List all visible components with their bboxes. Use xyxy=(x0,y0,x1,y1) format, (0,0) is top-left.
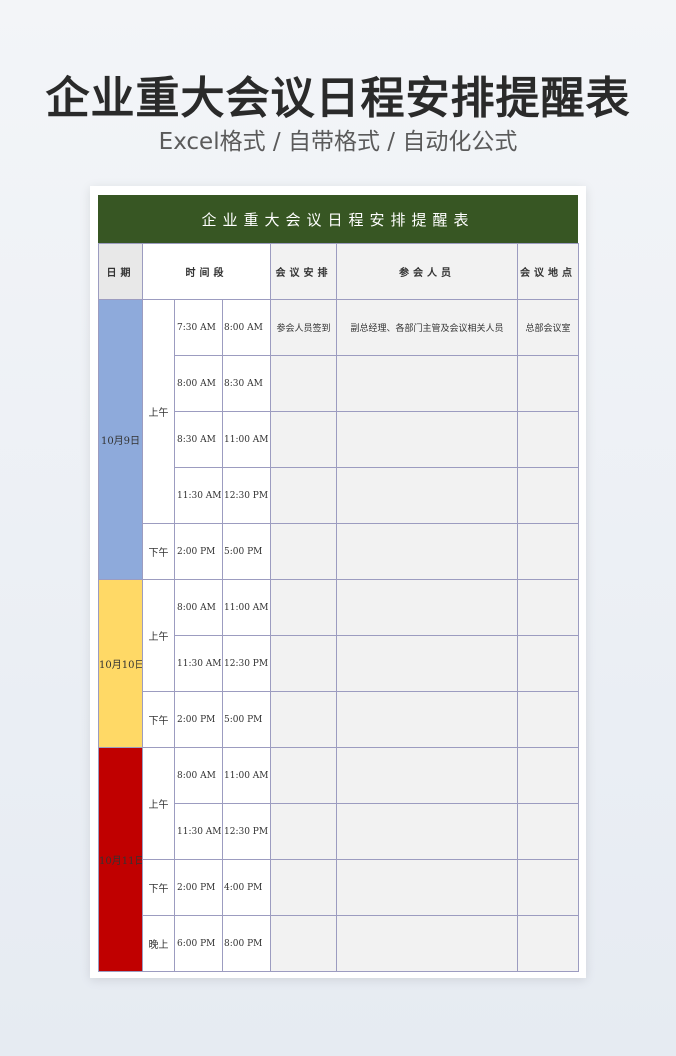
header-location[interactable]: 会议地点 xyxy=(517,243,580,300)
table-row: 10月11日 上午 8:00 AM 11:00 AM xyxy=(98,747,580,972)
end-time-cell[interactable]: 12:30 PM xyxy=(221,803,272,860)
location-cell[interactable] xyxy=(517,691,580,748)
start-time-cell[interactable]: 11:30 AM xyxy=(174,803,223,860)
table-row: 晚上 6:00 PM 8:00 PM xyxy=(99,915,580,972)
date-cell-day3[interactable]: 10月11日 xyxy=(98,747,143,972)
arrangement-cell[interactable] xyxy=(270,747,338,804)
start-time-cell[interactable]: 8:00 AM xyxy=(174,579,223,636)
table-row: 10月9日 上午 7:30 AM 8:00 AM 参会人员签到 副总经理、各部门… xyxy=(98,299,580,580)
location-cell[interactable] xyxy=(517,747,580,804)
period-cell[interactable]: 下午 xyxy=(142,691,175,748)
end-time-cell[interactable]: 11:00 AM xyxy=(221,747,272,804)
start-time-cell[interactable]: 2:00 PM xyxy=(174,691,223,748)
end-time-cell[interactable]: 11:00 AM xyxy=(221,579,272,636)
start-time-cell[interactable]: 11:30 AM xyxy=(174,467,223,524)
period-cell[interactable]: 上午 xyxy=(142,579,175,692)
start-time-cell[interactable]: 8:00 AM xyxy=(174,355,223,412)
arrangement-cell[interactable] xyxy=(270,411,338,468)
location-cell[interactable] xyxy=(517,411,580,468)
attendees-cell[interactable] xyxy=(336,411,519,468)
arrangement-cell[interactable]: 参会人员签到 xyxy=(270,299,338,356)
spreadsheet-card: 企业重大会议日程安排提醒表 日期 时间段 会议安排 参会人员 会议地点 10月9… xyxy=(90,186,586,978)
header-row: 日期 时间段 会议安排 参会人员 会议地点 xyxy=(98,243,580,300)
arrangement-cell[interactable] xyxy=(270,635,338,692)
header-attendees[interactable]: 参会人员 xyxy=(336,243,519,300)
location-cell[interactable] xyxy=(517,523,580,580)
start-time-cell[interactable]: 6:00 PM xyxy=(174,915,223,972)
period-cell[interactable]: 下午 xyxy=(142,859,175,916)
attendees-cell[interactable] xyxy=(336,467,519,524)
start-time-cell[interactable]: 8:30 AM xyxy=(174,411,223,468)
end-time-cell[interactable]: 8:00 PM xyxy=(221,915,272,972)
table-row: 下午 2:00 PM 4:00 PM xyxy=(99,859,580,916)
end-time-cell[interactable]: 8:30 AM xyxy=(221,355,272,412)
end-time-cell[interactable]: 5:00 PM xyxy=(221,691,272,748)
end-time-cell[interactable]: 11:00 AM xyxy=(221,411,272,468)
start-time-cell[interactable]: 7:30 AM xyxy=(174,299,223,356)
attendees-cell[interactable] xyxy=(336,691,519,748)
header-date[interactable]: 日期 xyxy=(98,243,143,300)
schedule-table: 日期 时间段 会议安排 参会人员 会议地点 10月9日 上午 7:30 AM 8… xyxy=(98,243,580,972)
table-title: 企业重大会议日程安排提醒表 xyxy=(98,195,578,243)
end-time-cell[interactable]: 8:00 AM xyxy=(221,299,272,356)
attendees-cell[interactable] xyxy=(336,579,519,636)
start-time-cell[interactable]: 2:00 PM xyxy=(174,523,223,580)
arrangement-cell[interactable] xyxy=(270,523,338,580)
location-cell[interactable] xyxy=(517,579,580,636)
arrangement-cell[interactable] xyxy=(270,691,338,748)
arrangement-cell[interactable] xyxy=(270,915,338,972)
start-time-cell[interactable]: 2:00 PM xyxy=(174,859,223,916)
period-cell[interactable]: 晚上 xyxy=(142,915,175,972)
period-cell[interactable]: 下午 xyxy=(142,523,175,580)
period-cell[interactable]: 上午 xyxy=(142,747,175,860)
attendees-cell[interactable]: 副总经理、各部门主管及会议相关人员 xyxy=(336,299,519,356)
location-cell[interactable] xyxy=(517,467,580,524)
arrangement-cell[interactable] xyxy=(270,859,338,916)
arrangement-cell[interactable] xyxy=(270,579,338,636)
table-row: 10月10日 上午 8:00 AM 11:00 AM xyxy=(98,579,580,748)
attendees-cell[interactable] xyxy=(336,523,519,580)
arrangement-cell[interactable] xyxy=(270,803,338,860)
location-cell[interactable] xyxy=(517,803,580,860)
end-time-cell[interactable]: 5:00 PM xyxy=(221,523,272,580)
page-subtitle: Excel格式 / 自带格式 / 自动化公式 xyxy=(158,129,518,155)
end-time-cell[interactable]: 12:30 PM xyxy=(221,635,272,692)
location-cell[interactable] xyxy=(517,355,580,412)
location-cell[interactable] xyxy=(517,915,580,972)
arrangement-cell[interactable] xyxy=(270,355,338,412)
arrangement-cell[interactable] xyxy=(270,467,338,524)
attendees-cell[interactable] xyxy=(336,635,519,692)
start-time-cell[interactable]: 8:00 AM xyxy=(174,747,223,804)
attendees-cell[interactable] xyxy=(336,915,519,972)
date-cell-day1[interactable]: 10月9日 xyxy=(98,299,143,580)
attendees-cell[interactable] xyxy=(336,747,519,804)
location-cell[interactable]: 总部会议室 xyxy=(517,299,580,356)
end-time-cell[interactable]: 12:30 PM xyxy=(221,467,272,524)
header-arrangement[interactable]: 会议安排 xyxy=(270,243,338,300)
table-row: 下午 2:00 PM 5:00 PM xyxy=(99,523,580,580)
location-cell[interactable] xyxy=(517,635,580,692)
date-cell-day2[interactable]: 10月10日 xyxy=(98,579,143,748)
attendees-cell[interactable] xyxy=(336,803,519,860)
table-row: 下午 2:00 PM 5:00 PM xyxy=(99,691,580,748)
header-time[interactable]: 时间段 xyxy=(141,243,272,300)
attendees-cell[interactable] xyxy=(336,355,519,412)
end-time-cell[interactable]: 4:00 PM xyxy=(221,859,272,916)
attendees-cell[interactable] xyxy=(336,859,519,916)
start-time-cell[interactable]: 11:30 AM xyxy=(174,635,223,692)
page-title: 企业重大会议日程安排提醒表 xyxy=(45,73,631,124)
location-cell[interactable] xyxy=(517,859,580,916)
period-cell[interactable]: 上午 xyxy=(142,299,175,524)
